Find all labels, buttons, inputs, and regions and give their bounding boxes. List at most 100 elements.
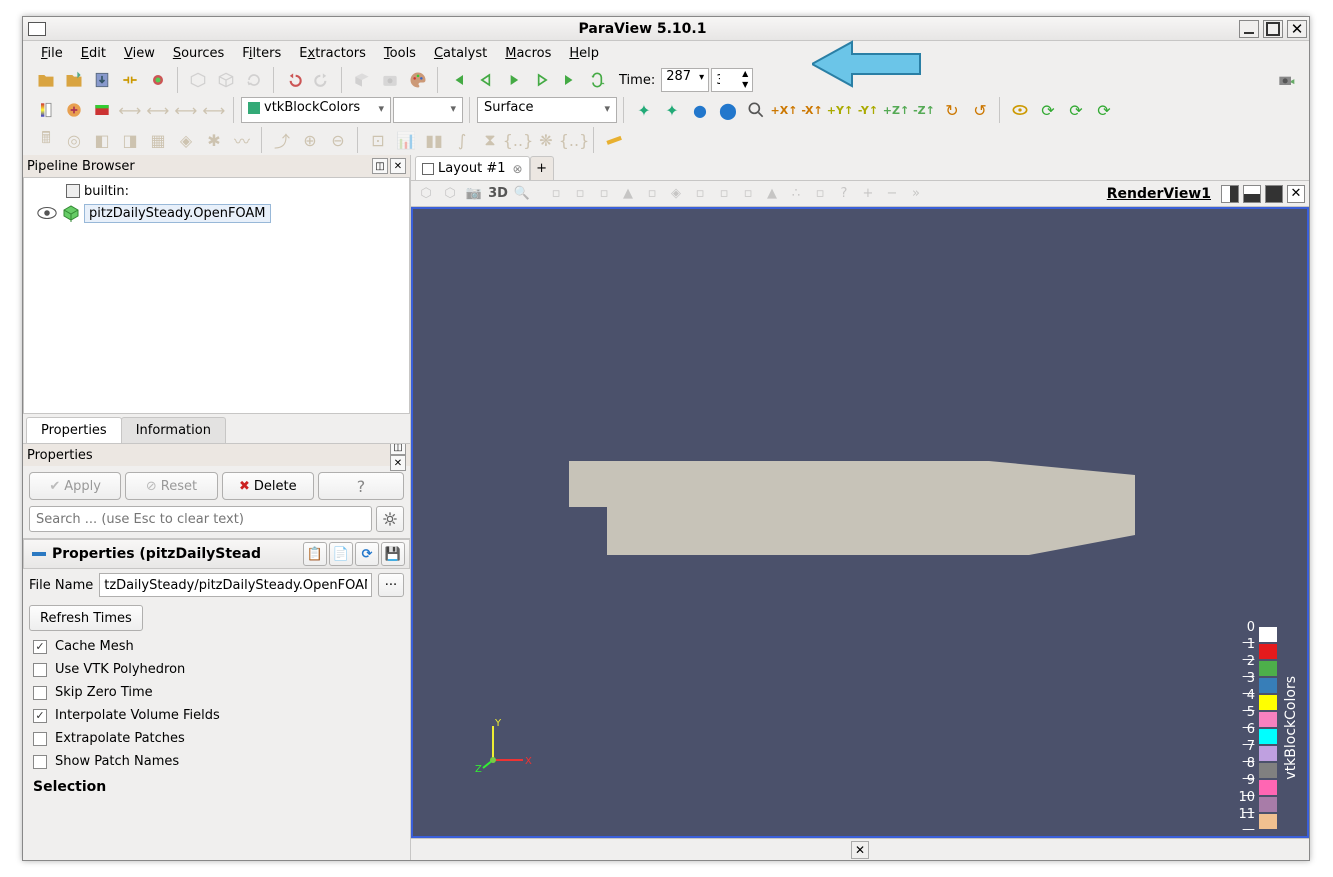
split-h-icon[interactable]	[1221, 185, 1239, 203]
refresh-times-button[interactable]: Refresh Times	[29, 605, 143, 631]
time-step-down[interactable]: ▼	[738, 80, 752, 91]
skip-zero-time-checkbox[interactable]	[33, 686, 47, 700]
maximize-button[interactable]	[1263, 20, 1283, 38]
v-sel11-icon[interactable]: ∴	[785, 183, 807, 205]
menu-filters[interactable]: Filters	[234, 44, 289, 63]
close-view-icon[interactable]: ✕	[1287, 185, 1305, 203]
copy-props-icon[interactable]: 📋	[303, 542, 327, 566]
v-fwd-icon[interactable]: ⬡	[439, 183, 461, 205]
glyph-icon[interactable]: ✱	[201, 127, 227, 153]
save-data-icon[interactable]	[89, 67, 115, 93]
axis-x-icon[interactable]: ✦	[631, 97, 657, 123]
cube2-icon[interactable]	[213, 67, 239, 93]
menu-catalyst[interactable]: Catalyst	[426, 44, 495, 63]
extract-surface-icon[interactable]: ◈	[173, 127, 199, 153]
v-sel3-icon[interactable]: ▫	[593, 183, 615, 205]
minusX-icon[interactable]: -X↑	[799, 97, 825, 123]
reset-button[interactable]: ⊘Reset	[125, 472, 217, 500]
undo-icon[interactable]	[281, 67, 307, 93]
status-close-icon[interactable]: ✕	[851, 841, 869, 859]
v-cam-icon[interactable]: 📷	[463, 183, 485, 205]
last-frame-icon[interactable]	[557, 67, 583, 93]
refresh2-icon[interactable]: ⟳	[1035, 97, 1061, 123]
temporal-icon[interactable]: ⧗	[477, 127, 503, 153]
menu-sources[interactable]: Sources	[165, 44, 232, 63]
disconnect-icon[interactable]	[145, 67, 171, 93]
rescale1-icon[interactable]: ⟷	[117, 97, 143, 123]
v-sel10-icon[interactable]: ▲	[761, 183, 783, 205]
split-v-icon[interactable]	[1243, 185, 1261, 203]
next-frame-icon[interactable]	[529, 67, 555, 93]
v-sel4-icon[interactable]: ▲	[617, 183, 639, 205]
redo-icon[interactable]	[309, 67, 335, 93]
maximize-view-icon[interactable]	[1265, 185, 1283, 203]
axis-z-icon[interactable]: ●	[687, 97, 713, 123]
add-layout-button[interactable]: +	[530, 156, 554, 180]
tab-properties[interactable]: Properties	[26, 417, 122, 443]
menu-macros[interactable]: Macros	[497, 44, 559, 63]
menu-view[interactable]: View	[116, 44, 163, 63]
extrapolate-checkbox[interactable]	[33, 732, 47, 746]
rescale3-icon[interactable]: ⟷	[173, 97, 199, 123]
menu-help[interactable]: Help	[561, 44, 607, 63]
bracket-icon[interactable]: {..}	[561, 127, 587, 153]
show-patch-names-checkbox[interactable]	[33, 755, 47, 769]
browse-button[interactable]: ...	[378, 573, 404, 597]
axis-reset-icon[interactable]: ⬤	[715, 97, 741, 123]
v-sel8-icon[interactable]: ▫	[713, 183, 735, 205]
open-icon[interactable]	[33, 67, 59, 93]
plusY-icon[interactable]: +Y↑	[827, 97, 853, 123]
scalarbar-icon[interactable]	[61, 97, 87, 123]
v-zoom-icon[interactable]: 🔍	[511, 183, 533, 205]
v-sel2-icon[interactable]: ▫	[569, 183, 591, 205]
minimize-button[interactable]	[1239, 20, 1259, 38]
filename-input[interactable]	[99, 573, 372, 597]
v-plus-icon[interactable]: +	[857, 183, 879, 205]
stream-icon[interactable]: 〰	[229, 127, 255, 153]
pipeline-item-openfoam[interactable]: pitzDailySteady.OpenFOAM	[26, 202, 407, 224]
ruler-icon[interactable]	[601, 127, 627, 153]
paste-props-icon[interactable]: 📄	[329, 542, 353, 566]
connect-icon[interactable]	[117, 67, 143, 93]
contour-icon[interactable]: ◎	[61, 127, 87, 153]
layout-tab-1[interactable]: Layout #1⊗	[415, 156, 530, 180]
v-sel5-icon[interactable]: ▫	[641, 183, 663, 205]
time-index-input[interactable]	[712, 69, 738, 91]
representation-dropdown[interactable]: Surface	[477, 97, 617, 123]
loop-icon[interactable]	[585, 67, 611, 93]
camera-icon[interactable]	[1273, 67, 1299, 93]
properties-section-header[interactable]: Properties (pitzDailyStead 📋 📄 ⟳ 💾	[23, 539, 410, 569]
rot90-icon[interactable]: ↻	[939, 97, 965, 123]
menu-extractors[interactable]: Extractors	[291, 44, 374, 63]
zoom-icon[interactable]	[743, 97, 769, 123]
cube-icon[interactable]	[185, 67, 211, 93]
axis-y-icon[interactable]: ✦	[659, 97, 685, 123]
component-dropdown[interactable]	[393, 97, 463, 123]
pipeline-builtin[interactable]: builtin:	[26, 180, 407, 202]
time-dropdown[interactable]: 287▾	[661, 68, 709, 92]
plot-icon[interactable]: 📊	[393, 127, 419, 153]
pipeline-close-icon[interactable]: ✕	[390, 158, 406, 174]
rescale2-icon[interactable]: ⟷	[145, 97, 171, 123]
reload-props-icon[interactable]: ⟳	[355, 542, 379, 566]
v-sel7-icon[interactable]: ▫	[689, 183, 711, 205]
close-button[interactable]: ✕	[1287, 20, 1307, 38]
pipeline-browser[interactable]: builtin: pitzDailySteady.OpenFOAM	[23, 177, 410, 414]
help-button[interactable]: ?	[318, 472, 404, 500]
apply-button[interactable]: ✔Apply	[29, 472, 121, 500]
histogram-icon[interactable]: ▮▮	[421, 127, 447, 153]
snapshot-icon[interactable]	[377, 67, 403, 93]
clip-icon[interactable]: ◧	[89, 127, 115, 153]
first-frame-icon[interactable]	[445, 67, 471, 93]
ungroup-icon[interactable]: ⊖	[325, 127, 351, 153]
v-more-icon[interactable]: »	[905, 183, 927, 205]
slice-icon[interactable]: ◨	[117, 127, 143, 153]
calculator-icon[interactable]: 🖩	[33, 127, 59, 153]
v-back-icon[interactable]: ⬡	[415, 183, 437, 205]
tab-information[interactable]: Information	[121, 417, 226, 443]
v-sel9-icon[interactable]: ▫	[737, 183, 759, 205]
v-sel12-icon[interactable]: ▫	[809, 183, 831, 205]
eye-icon[interactable]	[1007, 97, 1033, 123]
properties-body[interactable]: Properties (pitzDailyStead 📋 📄 ⟳ 💾 File …	[23, 538, 410, 860]
interpolate-checkbox[interactable]	[33, 709, 47, 723]
